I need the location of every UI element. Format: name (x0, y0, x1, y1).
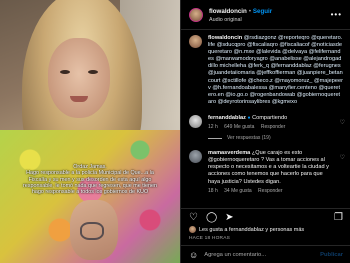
publish-button[interactable]: Publicar (320, 252, 343, 258)
post-caption: flowaldoncin @rsdiazgonz @reporteqro @qu… (181, 31, 350, 106)
emoji-icon[interactable]: ☺ (189, 250, 198, 260)
comment-body: mamasverdema ¿Que carajo es esto @gobier… (208, 150, 336, 195)
reply-button[interactable]: Responder (261, 124, 285, 130)
avatar[interactable] (189, 35, 202, 48)
caption-text: flowaldoncin @rsdiazgonz @reporteqro @qu… (208, 35, 343, 106)
replies-line (208, 137, 222, 139)
post-username[interactable]: flowaldoncin (209, 8, 247, 15)
separator-dot: • (248, 9, 251, 15)
heart-icon[interactable]: ♡ (340, 154, 345, 161)
verified-icon: ● (247, 114, 251, 121)
video-caption: Ordaz Jamas. Hago responsable a la polic… (8, 164, 172, 195)
comments-list[interactable]: flowaldoncin @rsdiazgonz @reporteqro @qu… (181, 31, 350, 206)
tattoo (80, 222, 104, 240)
add-comment-bar: ☺ Publicar (181, 245, 350, 263)
bookmark-icon[interactable]: ❐ (334, 212, 343, 223)
view-replies-label: Ver respuestas (19) (227, 135, 271, 142)
reply-button[interactable]: Responder (258, 188, 282, 194)
comment-meta: 18 h 34 Me gusta Responder (208, 188, 336, 195)
audio-label[interactable]: Audio original (209, 16, 272, 24)
comment-meta: 12 h 649 Me gusta Responder (208, 124, 336, 131)
mouth (70, 96, 88, 102)
comment-likes[interactable]: 34 Me gusta (224, 188, 252, 194)
comment-likes[interactable]: 649 Me gusta (224, 124, 254, 130)
post-header: flowaldoncin • Seguir Audio original ••• (181, 0, 350, 30)
video-caption-line: Fiscalía y su men y sus desorden de esta… (28, 176, 152, 183)
comment-item: fernanddablaz ● Compartiendo 12 h 649 Me… (181, 114, 350, 131)
video-caption-line: Hago responsable a la policía Municipal … (26, 170, 154, 177)
follow-button[interactable]: Seguir (253, 8, 272, 15)
comment-text: Compartiendo (252, 114, 288, 121)
person-face (48, 38, 110, 118)
comment-username[interactable]: mamasverdema (208, 150, 250, 156)
avatar[interactable] (189, 150, 202, 164)
comment-username[interactable]: fernanddablaz (208, 115, 246, 121)
caption-body: @rsdiazgonz @reporteqro @queretaro.life … (208, 35, 343, 105)
comment-icon[interactable]: ◯ (206, 212, 217, 223)
heart-icon[interactable]: ♡ (189, 212, 198, 223)
comment-item: mamasverdema ¿Que carajo es esto @gobier… (181, 150, 350, 195)
likes-summary[interactable]: Les gusta a fernanddablaz y personas más (189, 226, 304, 233)
comment-time: 18 h (208, 187, 218, 194)
comment-input[interactable] (204, 251, 315, 258)
post-date: HACE 18 HORAS (189, 236, 230, 241)
share-icon[interactable]: ➤ (225, 212, 233, 223)
eye-left (60, 70, 70, 74)
header-info: flowaldoncin • Seguir Audio original (209, 5, 272, 24)
post-media[interactable]: Ordaz Jamas. Hago responsable a la polic… (0, 0, 180, 263)
avatar[interactable] (189, 7, 203, 22)
caption-username[interactable]: flowaldoncin (208, 35, 242, 41)
heart-icon[interactable]: ♡ (340, 119, 345, 126)
likes-text: Les gusta a fernanddablaz y personas más (199, 226, 305, 233)
comment-body: fernanddablaz ● Compartiendo 12 h 649 Me… (208, 115, 336, 131)
view-replies-button[interactable]: Ver respuestas (19) (208, 135, 350, 141)
more-icon[interactable]: ••• (331, 10, 342, 19)
avatar (189, 226, 196, 233)
post-panel: flowaldoncin • Seguir Audio original ••• f… (180, 0, 350, 263)
eye-right (88, 70, 98, 74)
action-bar: ♡ ◯ ➤ ❐ (181, 208, 350, 226)
avatar[interactable] (189, 114, 202, 128)
comment-time: 12 h (208, 124, 218, 131)
video-caption-line: hago responsable a todos los gobiernos d… (31, 189, 149, 196)
